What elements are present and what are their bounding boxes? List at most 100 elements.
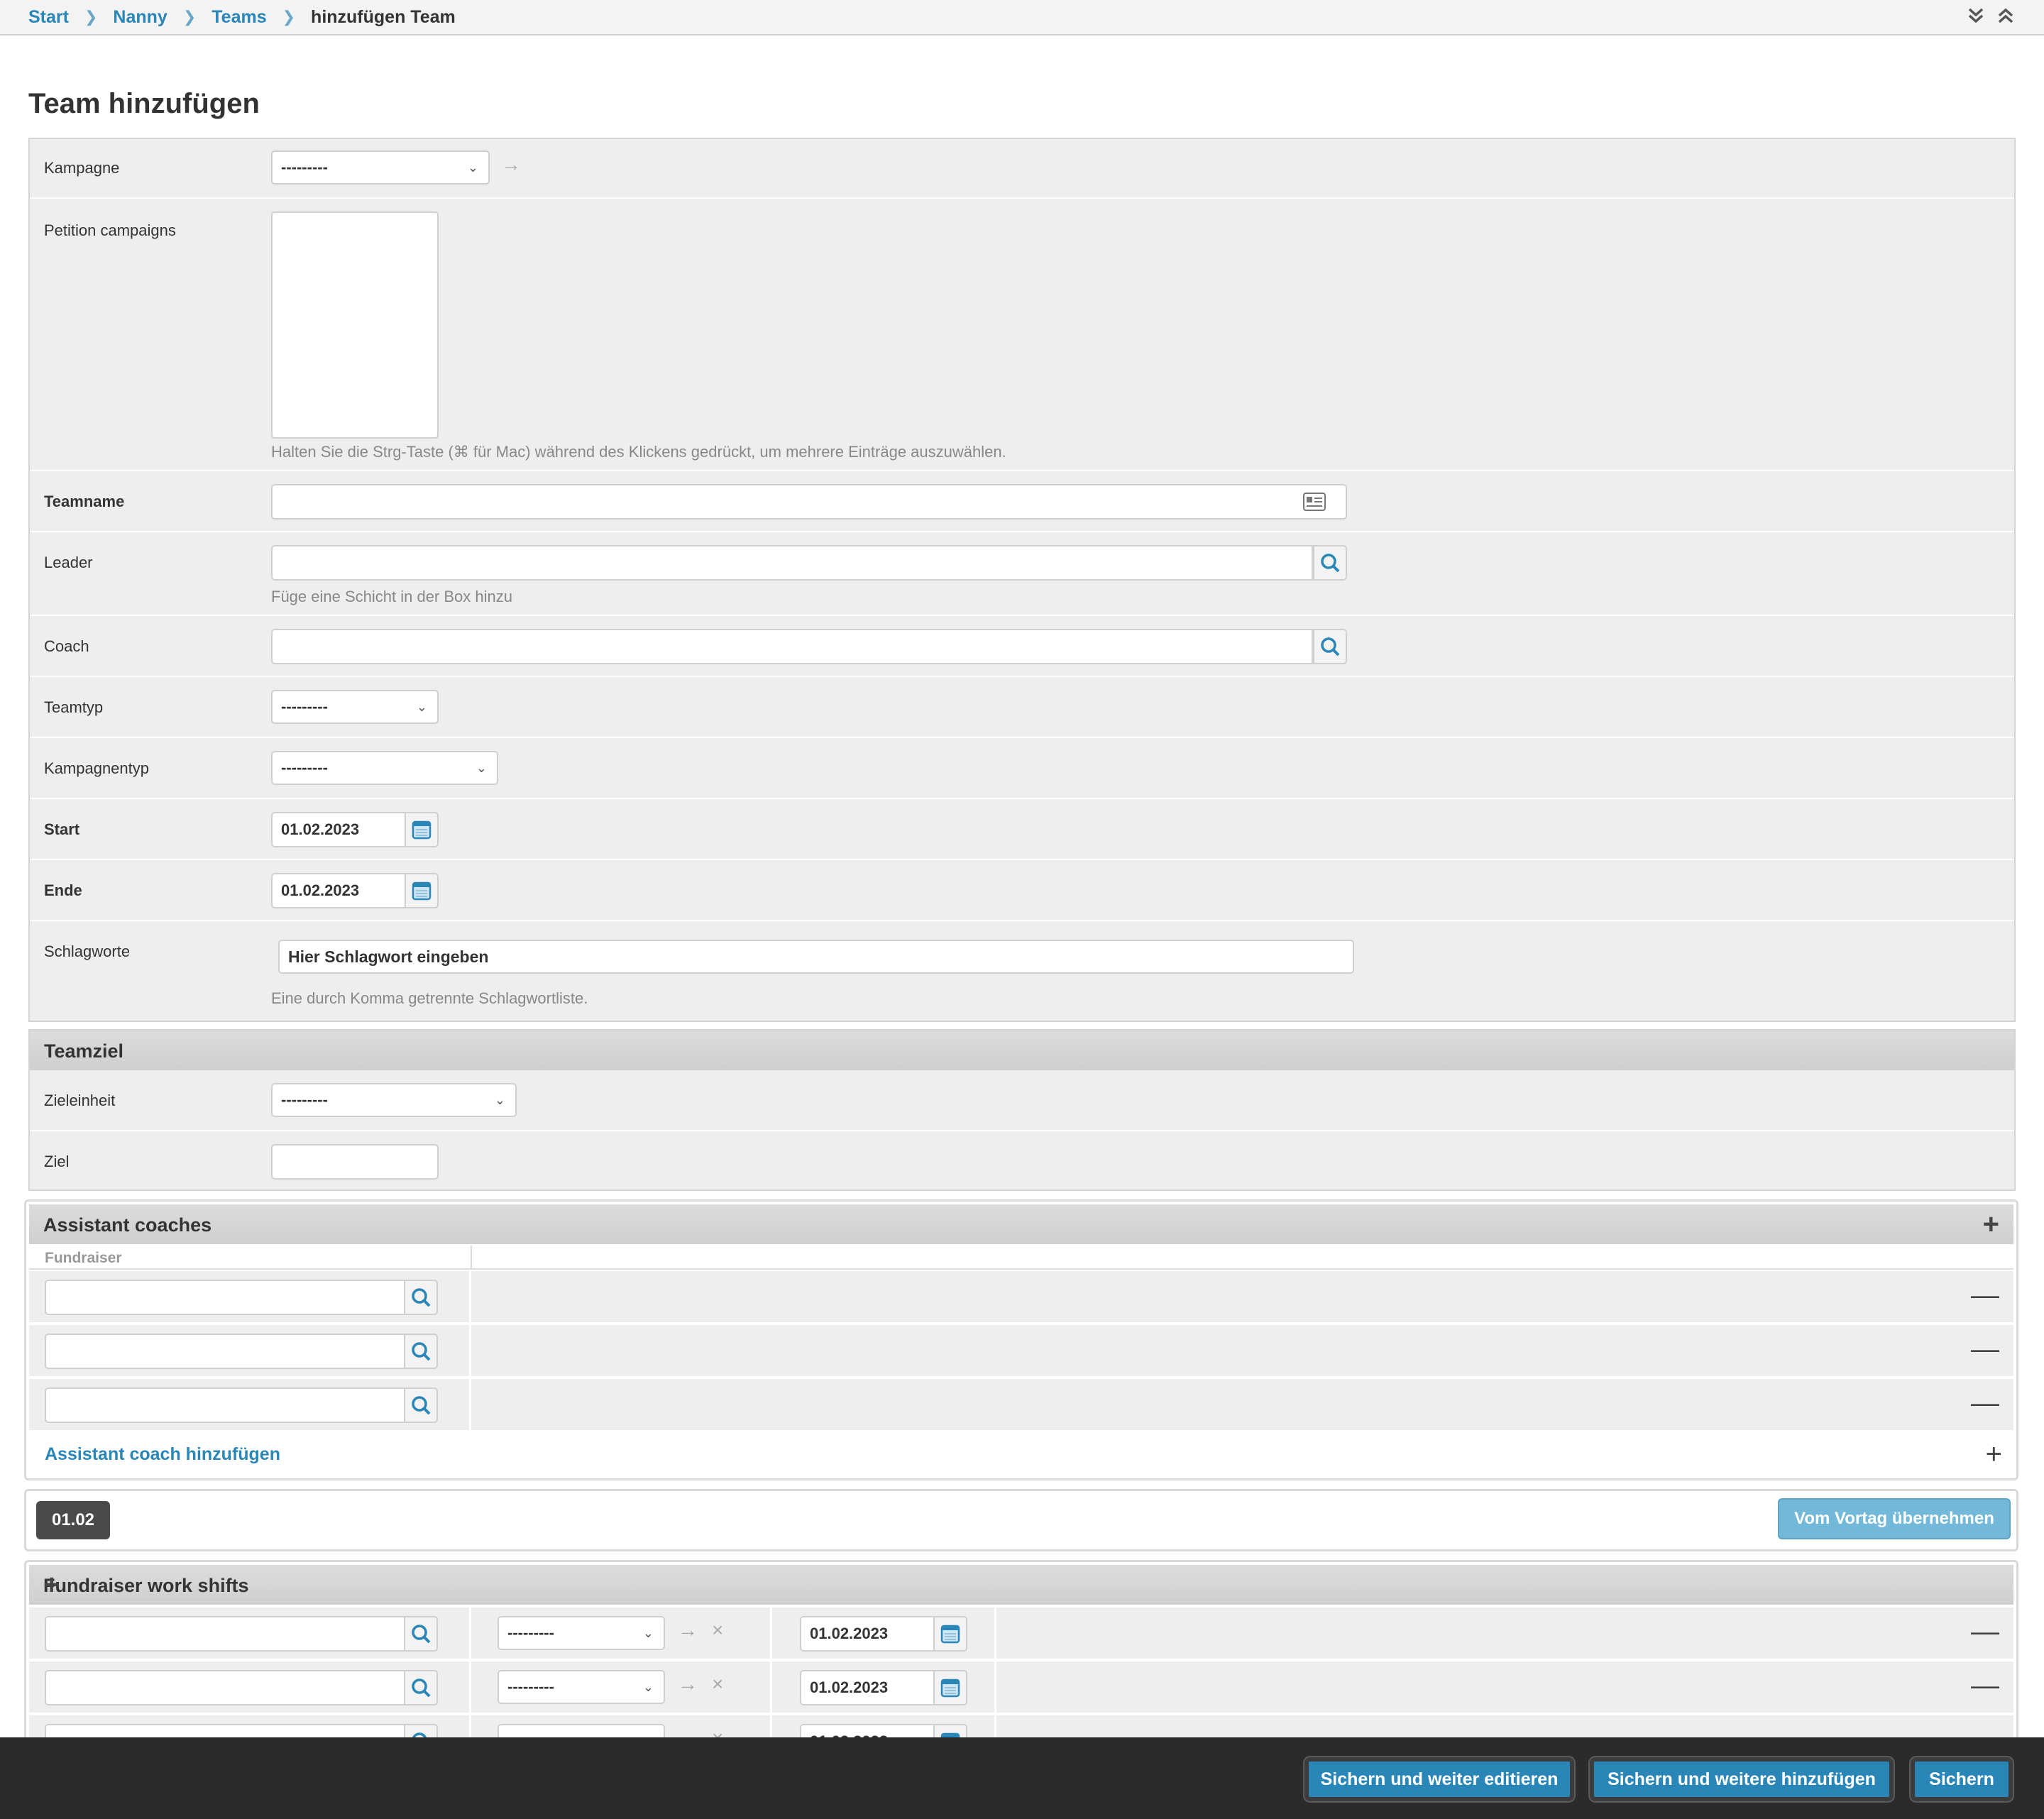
search-icon [412, 1288, 431, 1307]
coach-input[interactable] [271, 629, 1313, 664]
minus-icon[interactable]: — [1971, 1671, 1999, 1700]
table-row: — [29, 1325, 2013, 1376]
teamtyp-select-value: --------- [281, 698, 328, 715]
breadcrumb-bar: Start ❯ Nanny ❯ Teams ❯ hinzufügen Team [0, 0, 2044, 35]
zieleinheit-select[interactable]: --------- ⌄ [271, 1083, 517, 1117]
save-add-another-button[interactable]: Sichern und weitere hinzufügen [1590, 1757, 1894, 1801]
chevron-right-icon: ❯ [84, 8, 98, 26]
ende-date-input[interactable]: 01.02.2023 [271, 873, 406, 908]
kampagnentyp-label: Kampagnentyp [44, 759, 149, 777]
shift-calendar-button[interactable] [933, 1670, 967, 1705]
start-label: Start [44, 820, 80, 838]
copy-from-previous-day-button[interactable]: Vom Vortag übernehmen [1778, 1498, 2011, 1539]
row-ende: Ende 01.02.2023 [30, 860, 2014, 921]
plus-icon[interactable]: + [43, 1571, 1999, 1599]
assistant-coach-lookup-button[interactable] [404, 1280, 438, 1315]
coach-lookup-button[interactable] [1313, 629, 1347, 664]
assistant-coach-input[interactable] [45, 1334, 405, 1369]
zieleinheit-select-value: --------- [281, 1091, 328, 1109]
shift-fundraiser-lookup-button[interactable] [404, 1616, 438, 1652]
row-leader: Leader Füge eine Schicht in der Box hinz… [30, 532, 2014, 616]
assistant-coaches-column-header: Fundraiser [29, 1246, 2013, 1270]
schlagworte-label: Schlagworte [44, 943, 131, 960]
kampagnentyp-select[interactable]: --------- ⌄ [271, 751, 498, 785]
save-button[interactable]: Sichern [1911, 1757, 2013, 1801]
assistant-coach-lookup-button[interactable] [404, 1387, 438, 1423]
petition-label: Petition campaigns [44, 221, 176, 239]
petition-multiselect[interactable] [271, 211, 439, 439]
chevron-down-icon: ⌄ [494, 1093, 505, 1107]
add-assistant-coach-link[interactable]: Assistant coach hinzufügen [45, 1444, 280, 1465]
shift-date-input[interactable]: 01.02.2023 [800, 1616, 935, 1652]
breadcrumb-start[interactable]: Start [28, 7, 69, 28]
ziel-input[interactable] [271, 1144, 439, 1180]
schlagworte-input[interactable]: Hier Schlagwort eingeben [278, 940, 1354, 974]
save-continue-button[interactable]: Sichern und weiter editieren [1304, 1757, 1574, 1801]
submit-row: Sichern und weiter editieren Sichern und… [0, 1737, 2044, 1819]
close-icon[interactable]: × [712, 1673, 723, 1696]
shift-fundraiser-input[interactable] [45, 1670, 405, 1705]
teamtyp-select[interactable]: --------- ⌄ [271, 690, 439, 724]
start-date-value: 01.02.2023 [281, 820, 360, 838]
row-teamtyp: Teamtyp --------- ⌄ [30, 677, 2014, 738]
arrow-right-icon[interactable]: → [501, 153, 521, 176]
assistant-coach-lookup-button[interactable] [404, 1334, 438, 1369]
leader-lookup-button[interactable] [1313, 545, 1347, 581]
shift-date-input[interactable]: 01.02.2023 [800, 1670, 935, 1705]
start-date-input[interactable]: 01.02.2023 [271, 812, 406, 847]
search-icon [412, 1342, 431, 1361]
day-badge[interactable]: 01.02 [36, 1501, 110, 1539]
row-start: Start 01.02.2023 [30, 799, 2014, 860]
table-row: --------- ⌄ → × 01.02.2023 — [29, 1608, 2013, 1659]
ziel-label: Ziel [44, 1153, 70, 1170]
kampagnentyp-select-value: --------- [281, 759, 328, 776]
shift-select[interactable]: --------- ⌄ [498, 1670, 665, 1704]
row-kampagne: Kampagne --------- ⌄ → [30, 139, 2014, 199]
minus-icon[interactable]: — [1971, 1335, 1999, 1363]
arrow-right-icon[interactable]: → [678, 1673, 698, 1696]
shift-calendar-button[interactable] [933, 1616, 967, 1652]
plus-icon[interactable]: + [1983, 1210, 1999, 1238]
plus-icon[interactable]: + [1986, 1440, 2002, 1468]
breadcrumb-teams[interactable]: Teams [211, 7, 266, 28]
row-zieleinheit: Zieleinheit --------- ⌄ [30, 1070, 2014, 1131]
collapse-all-icon[interactable] [1966, 6, 1986, 26]
calendar-icon [940, 1678, 960, 1698]
page-title: Team hinzufügen [28, 88, 260, 119]
close-icon[interactable]: × [712, 1619, 723, 1642]
arrow-right-icon[interactable]: → [678, 1619, 698, 1642]
chevron-down-icon: ⌄ [416, 700, 427, 714]
shift-fundraiser-input[interactable] [45, 1616, 405, 1652]
minus-icon[interactable]: — [1971, 1617, 1999, 1646]
ende-calendar-button[interactable] [405, 873, 439, 908]
table-row: --------- ⌄ → × 01.02.2023 — [29, 1661, 2013, 1713]
day-panel: 01.02 Vom Vortag übernehmen [24, 1489, 2018, 1551]
leader-input[interactable] [271, 545, 1313, 581]
breadcrumb-nanny[interactable]: Nanny [113, 7, 167, 28]
shift-select[interactable]: --------- ⌄ [498, 1616, 665, 1650]
start-calendar-button[interactable] [405, 812, 439, 847]
shift-date-value: 01.02.2023 [810, 1625, 889, 1642]
expand-all-icon[interactable] [1996, 6, 2016, 26]
kampagne-select[interactable]: --------- ⌄ [271, 150, 490, 185]
assistant-coach-input[interactable] [45, 1387, 405, 1423]
table-row: — [29, 1271, 2013, 1322]
row-teamname: Teamname [30, 471, 2014, 532]
teamziel-title: Teamziel [44, 1040, 124, 1062]
fundraiser-column-label: Fundraiser [45, 1250, 122, 1266]
table-row: — [29, 1379, 2013, 1430]
shift-fundraiser-lookup-button[interactable] [404, 1670, 438, 1705]
teamname-input[interactable] [271, 484, 1347, 520]
shift-select-value: --------- [507, 1678, 554, 1696]
calendar-icon [412, 881, 432, 901]
team-fieldset: Kampagne --------- ⌄ → Petition campaign… [28, 138, 2016, 1022]
minus-icon[interactable]: — [1971, 1389, 1999, 1417]
minus-icon[interactable]: — [1971, 1281, 1999, 1309]
work-shifts-header: Fundraiser work shifts + [29, 1565, 2013, 1605]
zieleinheit-label: Zieleinheit [44, 1092, 116, 1109]
breadcrumb-current: hinzufügen Team [311, 6, 456, 27]
row-kampagnentyp: Kampagnentyp --------- ⌄ [30, 738, 2014, 799]
search-icon [412, 1625, 431, 1644]
coach-label: Coach [44, 637, 89, 655]
assistant-coach-input[interactable] [45, 1280, 405, 1315]
